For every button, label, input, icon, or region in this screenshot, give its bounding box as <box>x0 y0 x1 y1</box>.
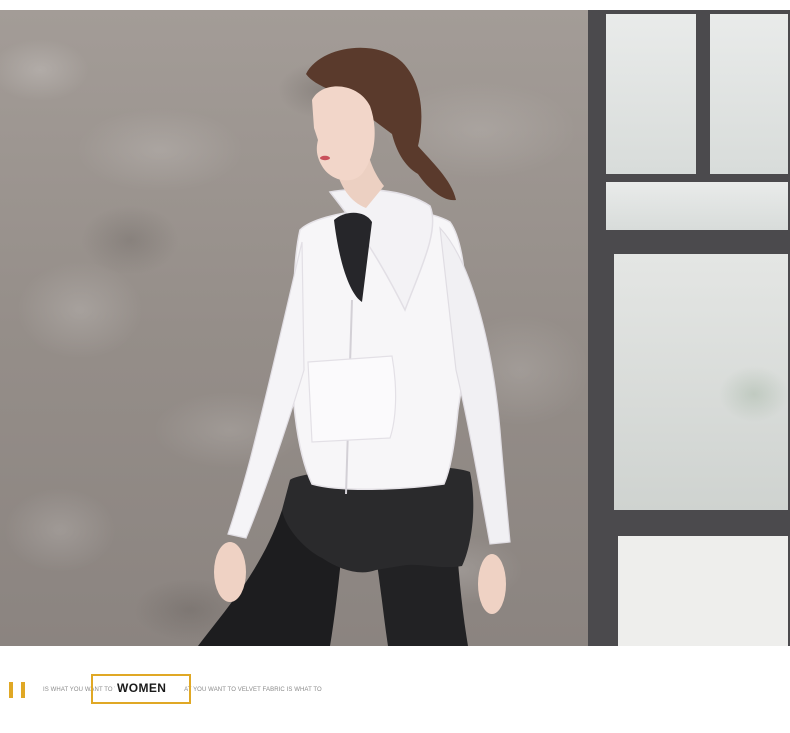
left-hand <box>214 542 246 602</box>
accent-bar <box>21 682 25 698</box>
caption-strip: IS WHAT YOU WANT TO VEL AT YOU WANT TO VE… <box>0 660 790 720</box>
model-figure <box>198 47 511 646</box>
jacket-pocket <box>307 355 397 443</box>
face <box>312 86 375 181</box>
accent-bars-icon <box>9 682 29 698</box>
lips <box>320 155 330 161</box>
product-photo <box>0 10 790 646</box>
accent-bar <box>9 682 13 698</box>
right-hand <box>478 554 506 614</box>
product-detail-page: IS WHAT YOU WANT TO VEL AT YOU WANT TO VE… <box>0 0 790 733</box>
tagline-part-2: AT YOU WANT TO VELVET FABRIC IS WHAT TO <box>184 687 322 693</box>
women-title: WOMEN <box>115 681 169 695</box>
